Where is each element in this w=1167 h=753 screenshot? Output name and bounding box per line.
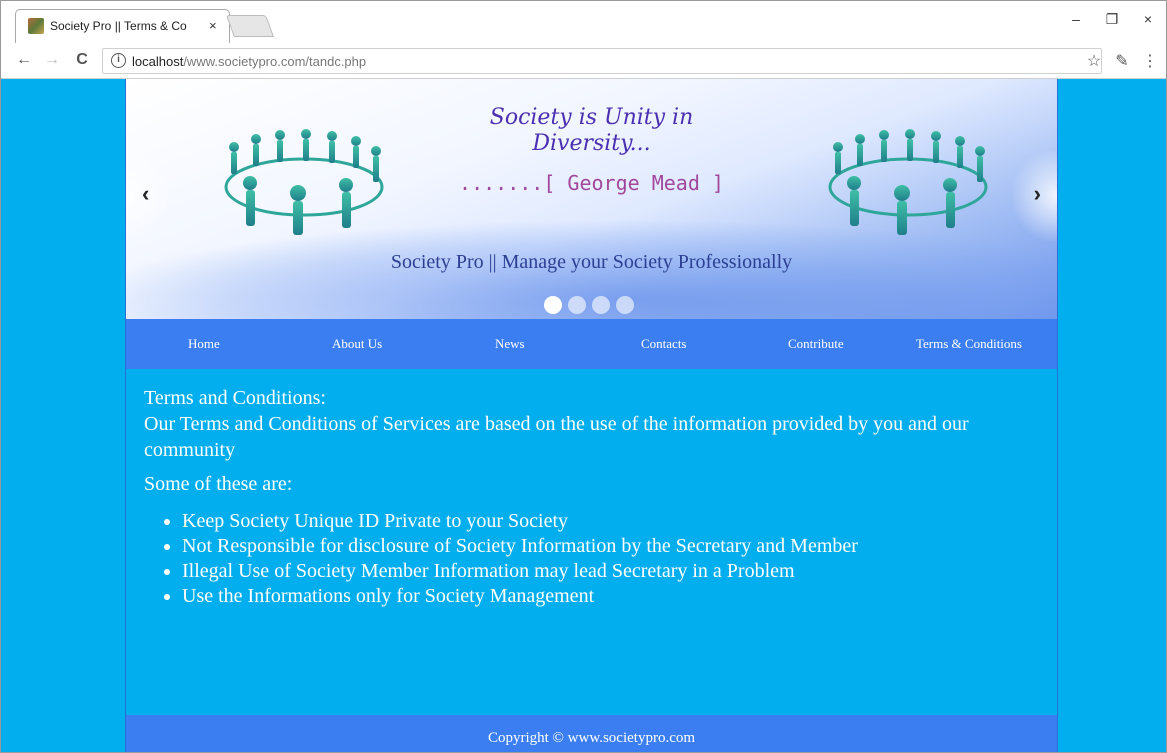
url-host: localhost bbox=[132, 54, 184, 69]
terms-list-item: Illegal Use of Society Member Informatio… bbox=[182, 559, 1044, 584]
carousel-dot[interactable] bbox=[616, 296, 634, 314]
forward-button[interactable]: → bbox=[43, 51, 61, 69]
url-text[interactable]: localhost/www.societypro.com/tandc.php bbox=[132, 54, 366, 69]
nav-terms-conditions[interactable]: Terms & Conditions bbox=[916, 336, 1022, 352]
terms-list: Keep Society Unique ID Private to your S… bbox=[144, 509, 1044, 609]
terms-heading: Terms and Conditions: bbox=[144, 387, 326, 409]
carousel-dot[interactable] bbox=[544, 296, 562, 314]
tab-title: Society Pro || Terms & Co bbox=[50, 19, 187, 33]
terms-list-item: Not Responsible for disclosure of Societ… bbox=[182, 534, 1044, 559]
info-icon[interactable]: i bbox=[111, 53, 126, 68]
favicon-icon bbox=[28, 18, 44, 34]
reload-button[interactable]: C bbox=[73, 51, 91, 69]
page-viewport: Society is Unity in Diversity... .......… bbox=[1, 79, 1166, 752]
nav-contacts[interactable]: Contacts bbox=[641, 336, 687, 352]
chevron-left-icon: ‹ bbox=[142, 181, 150, 206]
new-tab-button[interactable] bbox=[225, 15, 275, 37]
quote-line-1: Society is Unity in bbox=[489, 105, 694, 130]
carousel-next-button[interactable]: › bbox=[1013, 151, 1057, 241]
bookmark-star-icon[interactable]: ☆ bbox=[1085, 51, 1103, 71]
tab-strip: Society Pro || Terms & Co × – ❐ × bbox=[1, 1, 1166, 43]
eyedropper-extension-icon[interactable]: ✎ bbox=[1113, 51, 1131, 71]
back-button[interactable]: ← bbox=[15, 51, 33, 69]
hero-carousel: Society is Unity in Diversity... .......… bbox=[126, 79, 1057, 319]
quote-line-2: Diversity... bbox=[532, 131, 651, 156]
terms-list-item: Keep Society Unique ID Private to your S… bbox=[182, 509, 1044, 534]
browser-menu-icon[interactable]: ⋮ bbox=[1141, 51, 1159, 71]
maximize-button[interactable]: ❐ bbox=[1102, 11, 1122, 28]
banner-tagline: Society Pro || Manage your Society Profe… bbox=[390, 251, 793, 273]
carousel-dot[interactable] bbox=[592, 296, 610, 314]
nav-home[interactable]: Home bbox=[188, 336, 220, 352]
quote-author: .......[ George Mead ] bbox=[459, 171, 724, 195]
browser-window: Society Pro || Terms & Co × – ❐ × ← → C … bbox=[0, 0, 1167, 753]
url-path: /www.societypro.com/tandc.php bbox=[183, 54, 367, 69]
carousel-dot[interactable] bbox=[568, 296, 586, 314]
main-nav: Home About Us News Contacts Contribute T… bbox=[126, 319, 1057, 369]
browser-toolbar: ← → C i localhost/www.societypro.com/tan… bbox=[1, 43, 1166, 79]
carousel-prev-button[interactable]: ‹ bbox=[126, 151, 170, 241]
nav-news[interactable]: News bbox=[495, 336, 525, 352]
page-container: Society is Unity in Diversity... .......… bbox=[125, 79, 1058, 752]
tab-close-icon[interactable]: × bbox=[209, 18, 217, 33]
minimize-button[interactable]: – bbox=[1066, 11, 1086, 27]
page-footer: Copyright © www.societypro.com bbox=[126, 715, 1057, 752]
carousel-indicators bbox=[544, 296, 640, 319]
nav-contribute[interactable]: Contribute bbox=[788, 336, 844, 352]
nav-about-us[interactable]: About Us bbox=[332, 336, 382, 352]
chevron-right-icon: › bbox=[1033, 181, 1041, 206]
terms-list-item: Use the Informations only for Society Ma… bbox=[182, 584, 1044, 609]
close-window-button[interactable]: × bbox=[1138, 11, 1158, 27]
browser-tab[interactable]: Society Pro || Terms & Co × bbox=[15, 9, 230, 43]
terms-content: Terms and Conditions: Our Terms and Cond… bbox=[144, 385, 1044, 609]
address-bar[interactable]: i localhost/www.societypro.com/tandc.php bbox=[102, 48, 1102, 74]
terms-subhead: Some of these are: bbox=[144, 473, 293, 495]
terms-intro: Our Terms and Conditions of Services are… bbox=[144, 413, 969, 461]
